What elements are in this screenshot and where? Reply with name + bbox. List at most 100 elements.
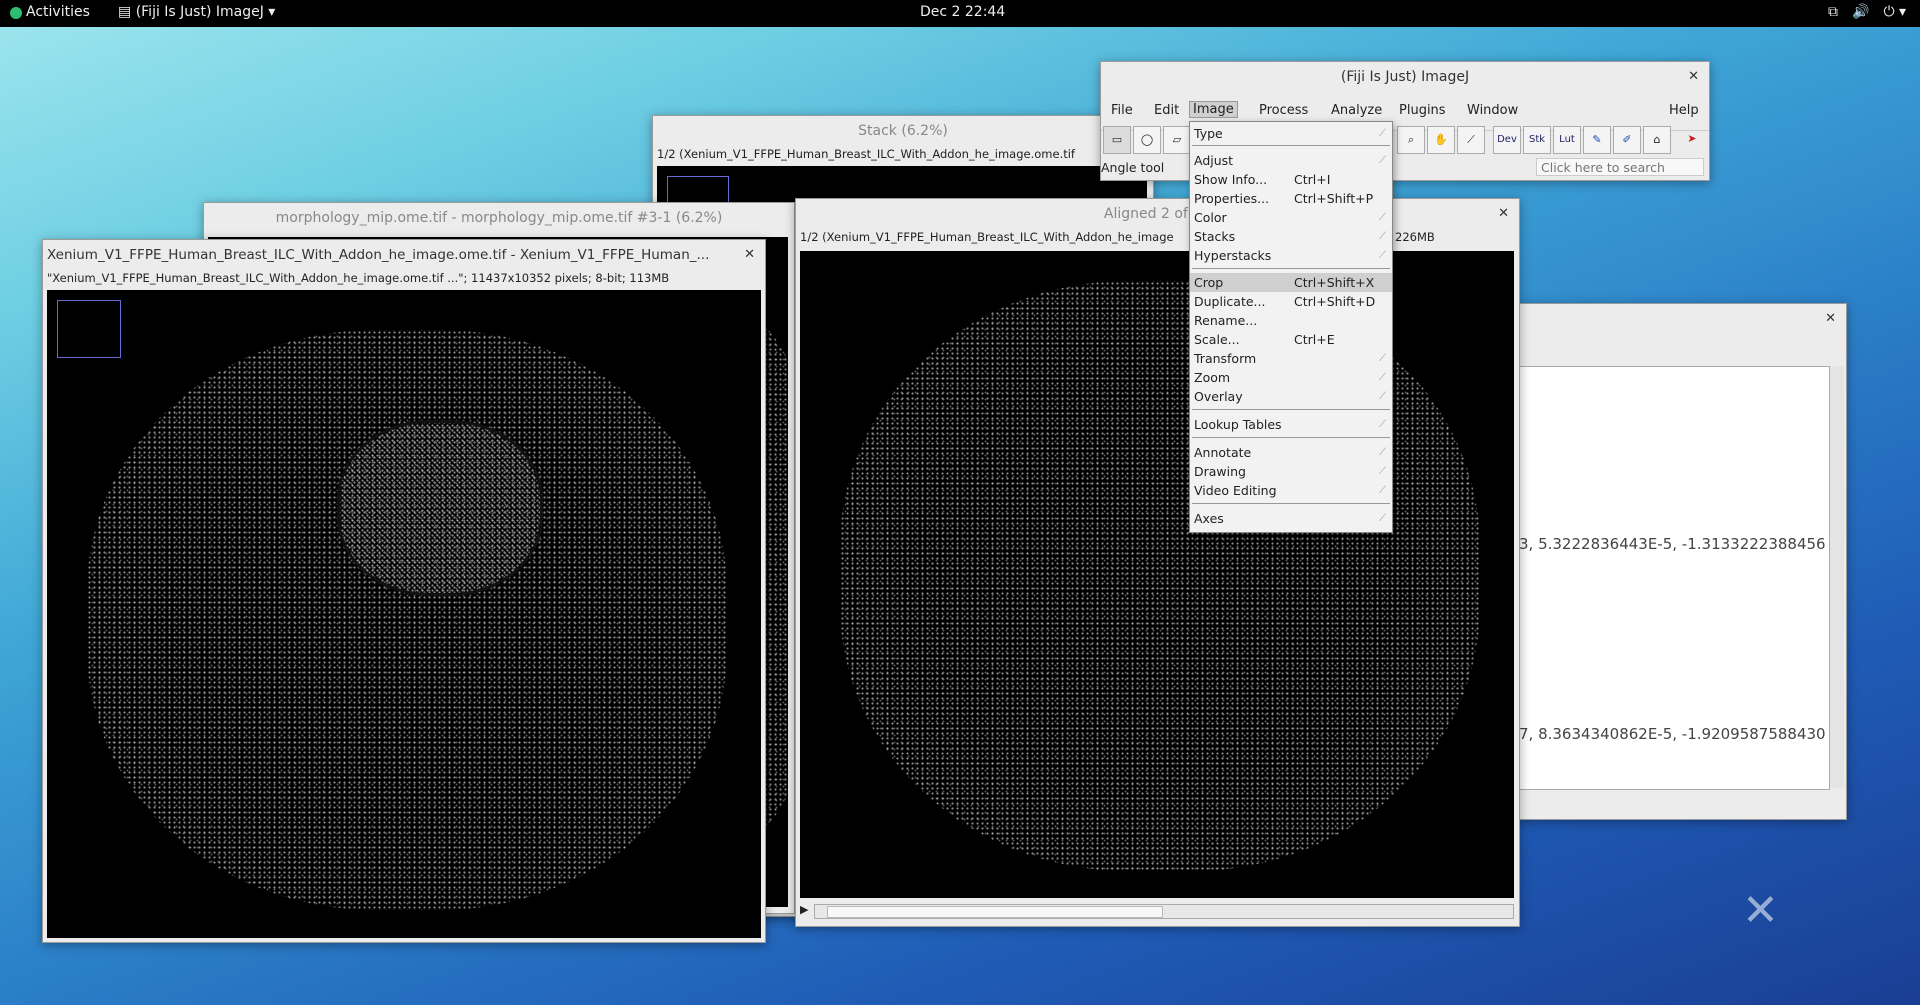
menu-item-label: Stacks	[1194, 229, 1236, 244]
clock[interactable]: Dec 2 22:44	[920, 4, 1005, 20]
close-icon[interactable]: ✕	[1688, 62, 1699, 92]
menu-item-label: Hyperstacks	[1194, 248, 1272, 263]
log-line: 3, 5.3222836443E-5, -1.3133222388456	[1519, 535, 1826, 553]
submenu-arrow-icon: ⟋	[1379, 419, 1386, 430]
menu-item-label: Lookup Tables	[1194, 417, 1282, 432]
menu-process[interactable]: Process	[1259, 103, 1308, 118]
imagej-titlebar[interactable]: (Fiji Is Just) ImageJ ✕	[1101, 62, 1709, 92]
submenu-arrow-icon: ⟋	[1379, 372, 1386, 383]
menu-item-label: Annotate	[1194, 445, 1252, 460]
imagej-title: (Fiji Is Just) ImageJ	[1340, 69, 1470, 85]
submenu-arrow-icon: ⟋	[1379, 513, 1386, 524]
menu-separator	[1192, 145, 1390, 146]
dev-tool-button[interactable]: Dev	[1493, 126, 1521, 154]
menu-item-label: Crop	[1194, 275, 1224, 290]
network-icon: ⧉	[1828, 4, 1838, 20]
he-titlebar[interactable]: Xenium_V1_FFPE_Human_Breast_ILC_With_Add…	[43, 240, 765, 270]
aligned-info: 1/2 (Xenium_V1_FFPE_Human_Breast_ILC_Wit…	[800, 230, 1174, 244]
menu-item-lookup-tables[interactable]: Lookup Tables ⟋	[1190, 415, 1392, 434]
slider-thumb[interactable]	[827, 906, 1163, 918]
activities-button[interactable]: Activities	[26, 4, 90, 20]
status-text: Angle tool	[1101, 160, 1165, 175]
menu-separator	[1192, 409, 1390, 410]
menu-item-overlay[interactable]: Overlay ⟋	[1190, 387, 1392, 406]
menu-item-label: Video Editing	[1194, 483, 1277, 498]
aligned-info-bar: 1/2 (Xenium_V1_FFPE_Human_Breast_ILC_Wit…	[796, 229, 1519, 245]
close-icon[interactable]: ✕	[1498, 199, 1509, 229]
he-image-window[interactable]: Xenium_V1_FFPE_Human_Breast_ILC_With_Add…	[42, 239, 766, 943]
hand-tool-icon[interactable]: ✋	[1427, 126, 1455, 154]
menu-item-crop[interactable]: Crop Ctrl+Shift+X	[1190, 273, 1392, 292]
menu-help[interactable]: Help	[1669, 103, 1699, 118]
menu-item-show-info[interactable]: Show Info... Ctrl+I	[1190, 170, 1392, 189]
flood-fill-tool-icon[interactable]: ⌂	[1643, 126, 1671, 154]
menu-item-label: Color	[1194, 210, 1227, 225]
submenu-arrow-icon: ⟋	[1379, 447, 1386, 458]
aligned-canvas[interactable]	[800, 251, 1514, 898]
app-menu[interactable]: ▤ (Fiji Is Just) ImageJ ▾	[118, 4, 275, 20]
menu-item-label: Duplicate...	[1194, 294, 1266, 309]
menu-item-drawing[interactable]: Drawing ⟋	[1190, 462, 1392, 481]
menu-item-annotate[interactable]: Annotate ⟋	[1190, 443, 1392, 462]
more-tools-arrow-icon[interactable]: ➤	[1679, 126, 1705, 152]
log-scrollbar[interactable]	[1829, 366, 1844, 788]
menu-edit[interactable]: Edit	[1154, 103, 1179, 118]
menu-analyze[interactable]: Analyze	[1331, 103, 1382, 118]
stack-slider[interactable]	[814, 904, 1514, 919]
log-titlebar[interactable]: ✕	[1516, 304, 1846, 334]
system-tray[interactable]: ⧉ 🔊 ⏻ ▾	[1828, 4, 1906, 20]
he-canvas[interactable]	[47, 290, 761, 938]
menu-item-hyperstacks[interactable]: Hyperstacks ⟋	[1190, 246, 1392, 265]
menu-item-shortcut: Ctrl+Shift+D	[1294, 294, 1376, 309]
aligned-window[interactable]: Aligned 2 of 2 ( ✕ 1/2 (Xenium_V1_FFPE_H…	[795, 198, 1520, 927]
menu-item-label: Scale...	[1194, 332, 1240, 347]
submenu-arrow-icon: ⟋	[1379, 155, 1386, 166]
rectangle-tool-icon[interactable]: ▭	[1103, 126, 1131, 154]
menu-file[interactable]: File	[1111, 103, 1133, 118]
menu-item-type[interactable]: Type ⟋	[1190, 124, 1392, 143]
log-window[interactable]: ✕ 3, 5.3222836443E-5, -1.3133222388456 7…	[1515, 303, 1847, 820]
log-text-area[interactable]: 3, 5.3222836443E-5, -1.3133222388456 7, …	[1518, 366, 1830, 790]
menu-item-color[interactable]: Color ⟋	[1190, 208, 1392, 227]
menu-item-rename[interactable]: Rename...	[1190, 311, 1392, 330]
menu-item-duplicate[interactable]: Duplicate... Ctrl+Shift+D	[1190, 292, 1392, 311]
oval-tool-icon[interactable]: ◯	[1133, 126, 1161, 154]
stack-info: 1/2 (Xenium_V1_FFPE_Human_Breast_ILC_Wit…	[657, 147, 1075, 161]
pencil-tool-icon[interactable]: ✎	[1583, 126, 1611, 154]
menu-window[interactable]: Window	[1467, 103, 1518, 118]
image-menu-dropdown: Type ⟋ Adjust ⟋ Show Info... Ctrl+I Propert…	[1189, 121, 1393, 533]
menu-plugins[interactable]: Plugins	[1399, 103, 1446, 118]
menu-image[interactable]: Image	[1189, 101, 1238, 118]
menu-item-video-editing[interactable]: Video Editing ⟋	[1190, 481, 1392, 500]
polygon-tool-icon[interactable]: ▱	[1163, 126, 1191, 154]
submenu-arrow-icon: ⟋	[1379, 250, 1386, 261]
submenu-arrow-icon: ⟋	[1379, 231, 1386, 242]
app-menu-label: (Fiji Is Just) ImageJ	[135, 4, 264, 20]
menu-item-adjust[interactable]: Adjust ⟋	[1190, 151, 1392, 170]
zoom-tool-icon[interactable]: ⌕	[1397, 126, 1425, 154]
menu-item-label: Adjust	[1194, 153, 1234, 168]
submenu-arrow-icon: ⟋	[1379, 212, 1386, 223]
menu-item-transform[interactable]: Transform ⟋	[1190, 349, 1392, 368]
menu-item-scale[interactable]: Scale... Ctrl+E	[1190, 330, 1392, 349]
menu-item-zoom[interactable]: Zoom ⟋	[1190, 368, 1392, 387]
menu-item-shortcut: Ctrl+I	[1294, 172, 1331, 187]
menu-item-label: Zoom	[1194, 370, 1231, 385]
aligned-titlebar[interactable]: Aligned 2 of 2 ( ✕	[796, 199, 1519, 229]
stk-tool-button[interactable]: Stk	[1523, 126, 1551, 154]
menu-item-axes[interactable]: Axes ⟋	[1190, 509, 1392, 528]
close-icon[interactable]: ✕	[744, 240, 755, 270]
menu-item-stacks[interactable]: Stacks ⟋	[1190, 227, 1392, 246]
brush-tool-icon[interactable]: ✐	[1613, 126, 1641, 154]
search-input[interactable]	[1536, 158, 1704, 176]
close-icon[interactable]: ✕	[1825, 304, 1836, 334]
tissue-image	[87, 330, 727, 910]
menu-separator	[1192, 503, 1390, 504]
menu-item-label: Type	[1194, 126, 1223, 141]
menu-bar: File Edit Image Process Analyze Plugins …	[1101, 100, 1709, 122]
play-icon[interactable]: ▶	[800, 903, 808, 916]
lut-tool-button[interactable]: Lut	[1553, 126, 1581, 154]
menu-item-properties[interactable]: Properties... Ctrl+Shift+P	[1190, 189, 1392, 208]
dropper-tool-icon[interactable]: ⟋	[1457, 126, 1485, 154]
menu-item-shortcut: Ctrl+Shift+P	[1294, 191, 1374, 206]
